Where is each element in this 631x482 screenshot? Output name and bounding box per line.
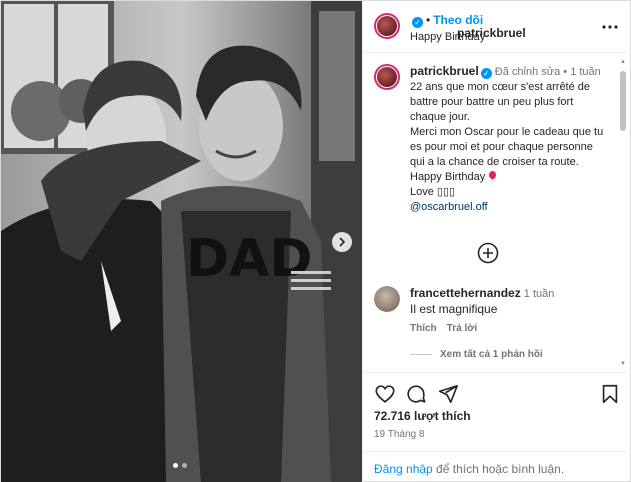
caption-line: Love ▯▯▯ [410, 186, 456, 198]
carousel-dot-2 [182, 463, 187, 468]
post-actions: 72.716 lượt thích 19 Tháng 8 Đăng nhập đ… [363, 372, 631, 482]
caption-line: Happy Birthday [410, 171, 486, 183]
share-icon[interactable] [437, 383, 459, 405]
comment-icon[interactable] [405, 383, 427, 405]
scroll-down-arrow[interactable]: ▼ [620, 361, 626, 367]
caption-text: 22 ans que mon cœur s'est arrêté de batt… [410, 80, 610, 215]
photo-image: DAD [1, 1, 362, 482]
scroll-up-arrow[interactable]: ▲ [620, 59, 626, 65]
login-link[interactable]: Đăng nhập [374, 462, 433, 476]
next-slide-button[interactable] [332, 232, 352, 252]
commenter-username[interactable]: francettehernandez [410, 286, 521, 300]
heart-icon[interactable] [374, 383, 396, 405]
caption-avatar[interactable] [374, 64, 400, 90]
comment-like-button[interactable]: Thích [410, 323, 437, 334]
caption-header: patrickbruel ✓ Đã chỉnh sửa • 1 tuần [410, 64, 601, 79]
separator-dot: • [426, 13, 431, 27]
post-subtitle: Happy Birthday [410, 31, 486, 43]
carousel-indicator [173, 463, 187, 468]
post-dialog: DAD patrickbruel ✓ • Theo dõi Happy Birt… [0, 0, 631, 482]
author-avatar[interactable] [374, 13, 400, 39]
post-header: patrickbruel ✓ • Theo dõi Happy Birthday [363, 1, 631, 53]
separator-dot: • [563, 66, 568, 78]
caption-line-birthday: Happy Birthday [410, 170, 610, 185]
caption-time[interactable]: 1 tuần [570, 66, 601, 78]
caption-line: Merci mon Oscar pour le cadeau que tu es… [410, 126, 604, 168]
comments-area[interactable]: patrickbruel ✓ Đã chỉnh sửa • 1 tuần 22 a… [363, 54, 631, 372]
view-replies-label: Xem tất cả 1 phản hồi [440, 349, 543, 360]
mention-link[interactable]: @oscarbruel.off [410, 201, 488, 213]
post-side-panel: patrickbruel ✓ • Theo dõi Happy Birthday pa… [362, 1, 631, 482]
header-title-line: patrickbruel ✓ • Theo dõi [410, 13, 526, 40]
scrollbar[interactable]: ▲ ▼ [620, 59, 626, 367]
comment-time[interactable]: 1 tuần [524, 288, 555, 300]
caption-username[interactable]: patrickbruel [410, 64, 479, 78]
comment-header: francettehernandez 1 tuần [410, 286, 554, 300]
verified-badge-icon: ✓ [412, 17, 423, 28]
view-replies-button[interactable]: Xem tất cả 1 phản hồi [410, 349, 543, 360]
carousel-dot-1 [173, 463, 178, 468]
caption-line: 22 ans que mon cœur s'est arrêté de batt… [410, 81, 591, 123]
comment-reply-button[interactable]: Trả lời [447, 323, 477, 334]
comment-text: Il est magnifique [410, 302, 498, 316]
bookmark-icon[interactable] [599, 383, 621, 405]
like-count[interactable]: 72.716 lượt thích [374, 409, 471, 423]
login-prompt-text: Đăng nhập để thích hoặc bình luận. [374, 462, 564, 476]
chevron-right-icon [339, 237, 346, 247]
post-photo[interactable]: DAD [1, 1, 362, 482]
verified-badge-icon: ✓ [480, 68, 492, 79]
replies-divider [410, 353, 432, 355]
login-rest: để thích hoặc bình luận. [432, 462, 565, 476]
login-prompt: Đăng nhập để thích hoặc bình luận. [363, 451, 631, 482]
more-options-icon[interactable] [600, 17, 620, 37]
comment-actions: Thích Trả lời [410, 323, 487, 334]
balloon-icon [489, 171, 497, 181]
edited-label: Đã chỉnh sửa [494, 66, 561, 78]
scrollbar-thumb[interactable] [620, 71, 626, 131]
post-date[interactable]: 19 Tháng 8 [374, 429, 424, 440]
add-comment-icon[interactable] [477, 242, 499, 264]
follow-button[interactable]: Theo dõi [433, 13, 483, 27]
commenter-avatar[interactable] [374, 286, 400, 312]
